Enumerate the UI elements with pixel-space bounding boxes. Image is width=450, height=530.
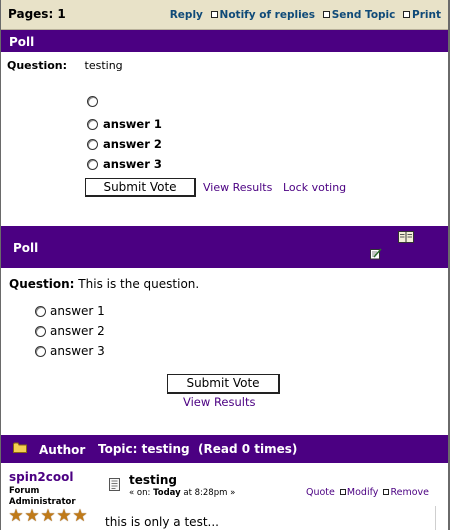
topic-toolbar: Pages: 1 Reply Notify of replies Send To… xyxy=(1,0,448,30)
submit-vote-button[interactable]: Submit Vote xyxy=(167,374,280,394)
print-link[interactable]: Print xyxy=(412,9,441,21)
poll-option[interactable]: answer 2 xyxy=(35,324,105,338)
post-actions: Quote Modify Remove xyxy=(306,487,429,498)
separator-square-icon xyxy=(210,11,218,18)
star-icon: ★ xyxy=(40,506,56,526)
poll-option[interactable]: answer 3 xyxy=(35,344,105,358)
post-document-icon xyxy=(109,478,120,491)
send-topic-link[interactable]: Send Topic xyxy=(332,9,396,21)
radio-button[interactable] xyxy=(87,118,98,130)
quote-link[interactable]: Quote xyxy=(306,487,335,498)
poll-option[interactable]: answer 1 xyxy=(35,304,105,318)
view-results-link[interactable]: View Results xyxy=(183,395,255,409)
radio-button[interactable] xyxy=(87,138,98,150)
notify-link[interactable]: Notify of replies xyxy=(220,9,316,21)
poll-book-icon[interactable] xyxy=(398,231,414,243)
edit-poll-icon[interactable] xyxy=(370,248,382,260)
post-date: « on: Today at 8:28pm » xyxy=(129,488,235,498)
option-label: answer 3 xyxy=(103,157,162,171)
poll-option[interactable]: answer 1 xyxy=(87,117,162,131)
post-author-name[interactable]: spin2cool xyxy=(9,470,73,484)
author-column-label: Author xyxy=(39,443,86,457)
date-suffix: at 8:28pm » xyxy=(180,488,236,498)
star-icon: ★ xyxy=(8,506,24,526)
separator-square-icon xyxy=(322,11,330,18)
star-icon: ★ xyxy=(72,506,88,526)
post-body: this is only a test... xyxy=(105,515,219,529)
star-icon: ★ xyxy=(24,506,40,526)
option-label: answer 1 xyxy=(50,304,105,318)
separator-square-icon xyxy=(403,11,411,18)
question-text: This is the question. xyxy=(78,277,200,291)
question-label: Question: xyxy=(7,59,68,72)
date-day: Today xyxy=(153,488,181,498)
poll-header: Poll xyxy=(1,226,448,268)
option-label: answer 2 xyxy=(50,324,105,338)
poll-option[interactable]: answer 2 xyxy=(87,137,162,151)
radio-button[interactable] xyxy=(35,345,46,357)
question-text: testing xyxy=(84,59,123,72)
reply-link[interactable]: Reply xyxy=(170,9,203,21)
author-role-line: Forum xyxy=(9,486,40,496)
option-label: answer 2 xyxy=(103,137,162,151)
submit-vote-button[interactable]: Submit Vote xyxy=(85,178,196,197)
option-label: answer 3 xyxy=(50,344,105,358)
view-results-link[interactable]: View Results xyxy=(203,181,272,194)
radio-button[interactable] xyxy=(87,96,98,107)
topic-title: Topic: testing (Read 0 times) xyxy=(98,442,298,456)
forum-page: Pages: 1 Reply Notify of replies Send To… xyxy=(0,0,450,530)
radio-button[interactable] xyxy=(35,325,46,337)
poll-option[interactable]: answer 3 xyxy=(87,157,162,171)
pages-label: Pages: 1 xyxy=(8,7,66,21)
column-divider xyxy=(435,506,436,530)
date-prefix: « on: xyxy=(129,488,154,498)
poll-option[interactable] xyxy=(87,96,103,107)
question-label: Question: xyxy=(9,277,75,291)
radio-button[interactable] xyxy=(87,158,98,170)
separator-square-icon xyxy=(339,489,346,495)
modify-link[interactable]: Modify xyxy=(347,487,378,498)
thread-header: Author Topic: testing (Read 0 times) xyxy=(1,435,448,463)
radio-button[interactable] xyxy=(35,305,46,317)
lock-voting-link[interactable]: Lock voting xyxy=(283,181,346,194)
option-label: answer 1 xyxy=(103,117,162,131)
topic-nav: Reply Notify of replies Send Topic Print xyxy=(170,9,441,21)
separator-square-icon xyxy=(383,489,390,495)
poll-question: Question: This is the question. xyxy=(9,277,199,291)
poll-header: Poll xyxy=(1,30,448,52)
poll-question: Question: testing xyxy=(7,59,123,72)
rank-stars: ★ ★ ★ ★ ★ xyxy=(8,506,88,526)
post-title[interactable]: testing xyxy=(129,473,177,487)
folder-icon xyxy=(13,442,27,453)
star-icon: ★ xyxy=(56,506,72,526)
poll-header-label: Poll xyxy=(13,241,39,255)
remove-link[interactable]: Remove xyxy=(390,487,429,498)
